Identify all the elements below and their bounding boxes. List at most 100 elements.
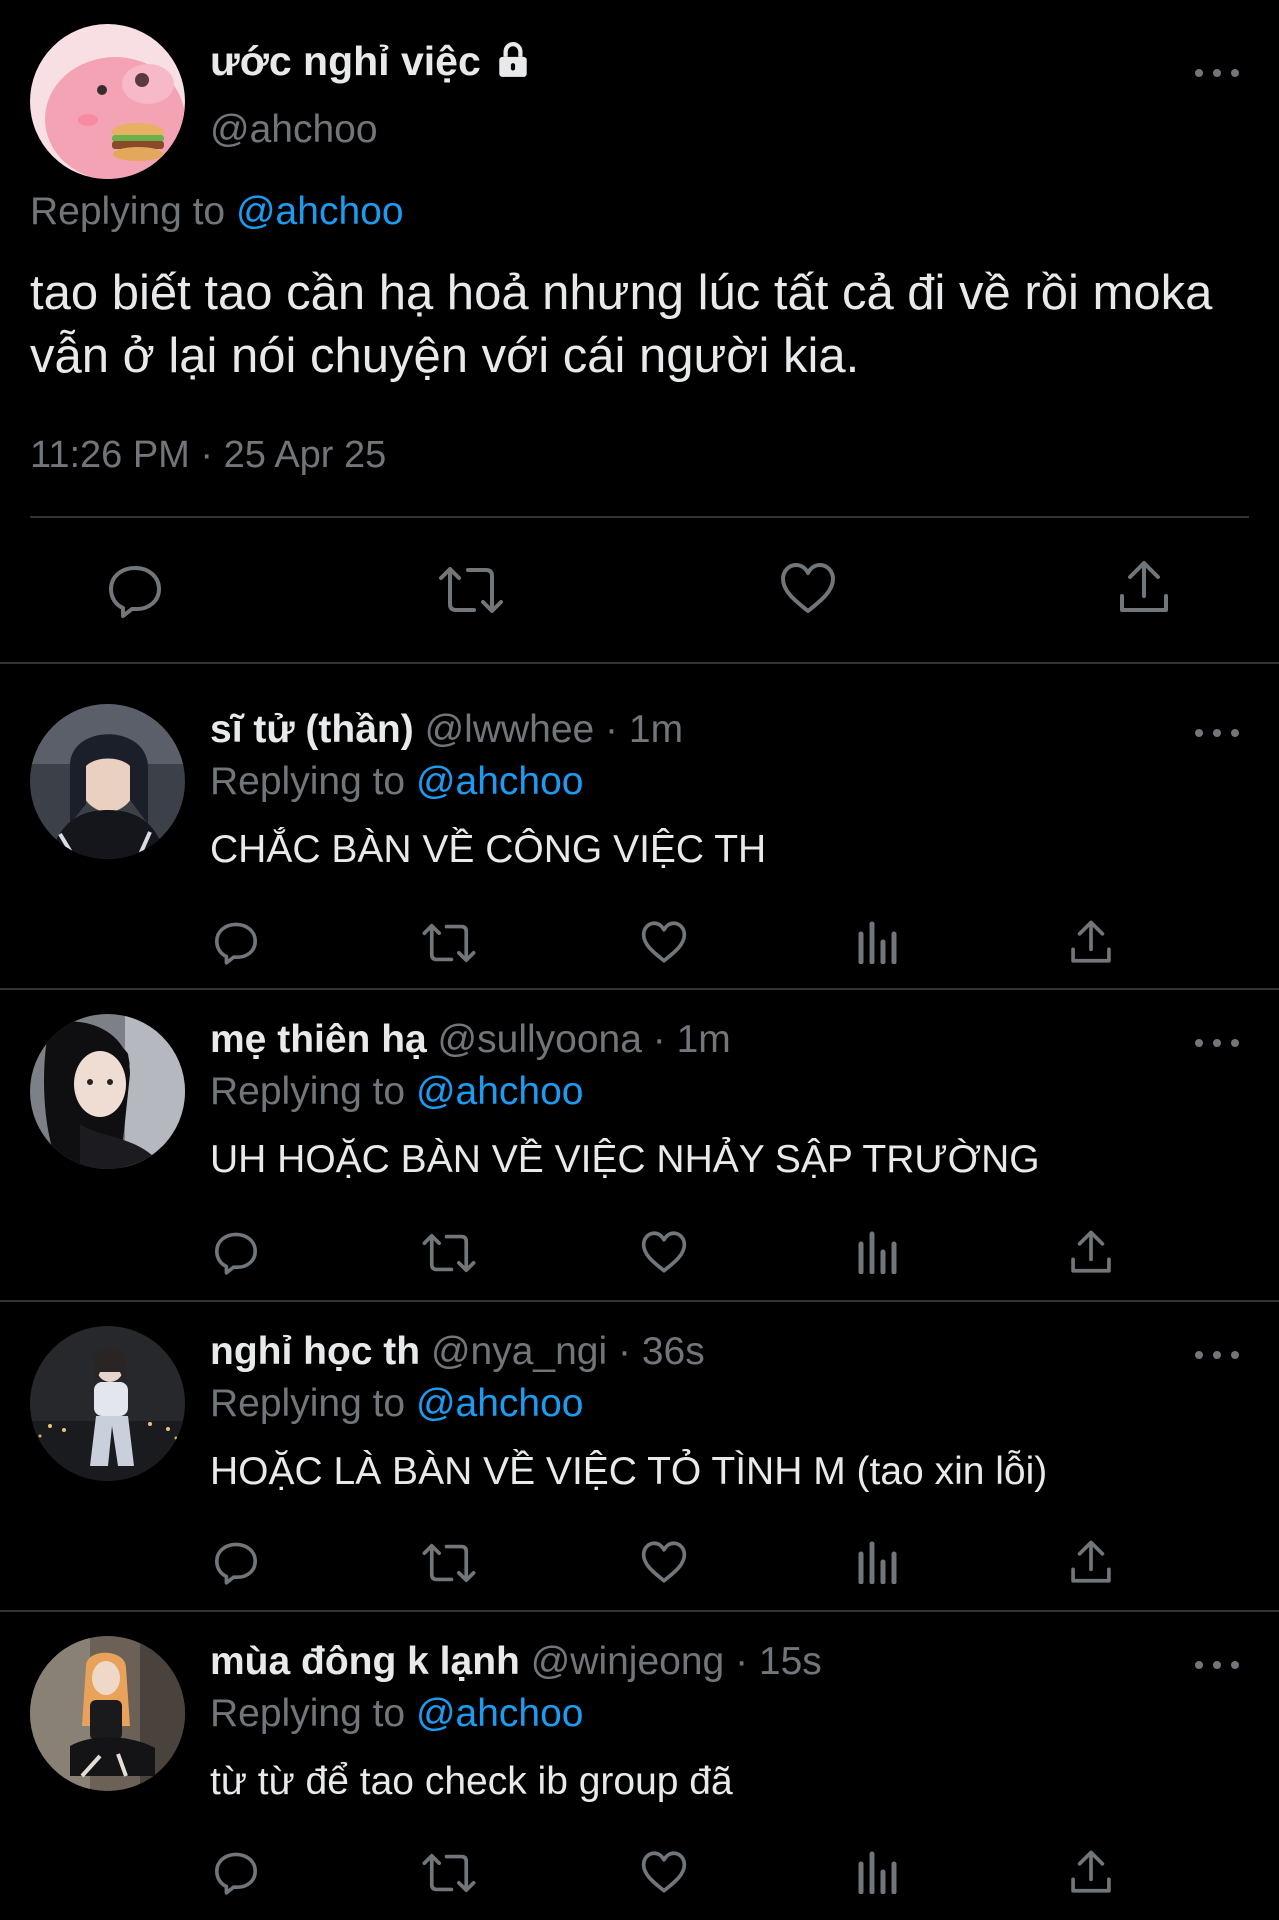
replying-to-line: Replying to @ahchoo <box>30 190 404 233</box>
share-icon <box>1071 1540 1111 1583</box>
reply-button[interactable] <box>212 1848 260 1896</box>
like-icon <box>641 1541 687 1583</box>
like-button[interactable] <box>640 1540 688 1584</box>
tweet-timestamp[interactable]: 11:26 PM · 25 Apr 25 <box>30 434 386 477</box>
author-avatar[interactable] <box>30 24 185 179</box>
replying-to-line: Replying to @ahchoo <box>210 760 584 803</box>
like-button[interactable] <box>640 1850 688 1894</box>
share-icon <box>1120 561 1168 612</box>
reply-display-name[interactable]: nghỉ học th <box>210 1330 420 1373</box>
more-button[interactable] <box>1195 1345 1239 1365</box>
reply-text: từ từ để tao check ib group đã <box>210 1760 733 1803</box>
analytics-button[interactable] <box>857 1540 899 1584</box>
share-icon <box>1071 1850 1111 1893</box>
reply-handle-time[interactable]: @nya_ngi · 36s <box>420 1330 705 1373</box>
reply-header: sĩ tử (thần) @lwwhee · 1m <box>210 708 683 752</box>
analytics-icon <box>858 1851 897 1894</box>
retweet-button[interactable] <box>421 920 477 966</box>
like-icon <box>641 921 687 963</box>
like-button[interactable] <box>640 1230 688 1274</box>
reply-avatar[interactable] <box>30 1326 185 1481</box>
reply-avatar[interactable] <box>30 704 185 859</box>
more-icon <box>1195 1351 1203 1359</box>
replying-to-mention[interactable]: @ahchoo <box>416 760 584 803</box>
reply-handle-time[interactable]: @lwwhee · 1m <box>414 708 684 751</box>
reply-icon <box>109 566 161 618</box>
retweet-icon <box>422 1233 476 1273</box>
reply-header: mùa đông k lạnh @winjeong · 15s <box>210 1640 822 1684</box>
author-display-name[interactable]: ước nghỉ việc <box>210 38 532 85</box>
reply-display-name[interactable]: mùa đông k lạnh <box>210 1640 520 1683</box>
analytics-button[interactable] <box>857 1850 899 1894</box>
replying-to-mention[interactable]: @ahchoo <box>416 1382 584 1425</box>
share-button[interactable] <box>1069 918 1113 966</box>
analytics-icon <box>858 1541 897 1584</box>
main-tweet: ước nghỉ việc @ahchoo Replying to @ahcho… <box>0 0 1279 664</box>
divider <box>30 516 1249 518</box>
reply-tweet[interactable]: sĩ tử (thần) @lwwhee · 1m Replying to @a… <box>0 664 1279 990</box>
reply-icon <box>215 1542 257 1585</box>
reply-text: UH HOẶC BÀN VỀ VIỆC NHẢY SẬP TRƯỜNG <box>210 1138 1040 1181</box>
more-icon <box>1195 69 1203 77</box>
replying-to-mention[interactable]: @ahchoo <box>236 190 404 233</box>
replying-to-line: Replying to @ahchoo <box>210 1070 584 1113</box>
reply-header: nghỉ học th @nya_ngi · 36s <box>210 1330 705 1374</box>
replying-to-line: Replying to @ahchoo <box>210 1692 584 1735</box>
like-icon <box>781 563 835 613</box>
reply-text: CHẮC BÀN VỀ CÔNG VIỆC TH <box>210 828 767 871</box>
more-icon <box>1195 729 1203 737</box>
reply-avatar[interactable] <box>30 1014 185 1169</box>
retweet-icon <box>422 923 476 963</box>
like-icon <box>641 1851 687 1893</box>
retweet-icon <box>422 1853 476 1893</box>
reply-icon <box>215 922 257 965</box>
analytics-button[interactable] <box>857 1230 899 1274</box>
reply-button[interactable] <box>212 1538 260 1586</box>
like-button[interactable] <box>779 561 837 615</box>
share-icon <box>1071 920 1111 963</box>
analytics-button[interactable] <box>857 920 899 964</box>
like-button[interactable] <box>640 920 688 964</box>
reply-display-name[interactable]: sĩ tử (thần) <box>210 708 414 751</box>
reply-tweet[interactable]: nghỉ học th @nya_ngi · 36s Replying to @… <box>0 1302 1279 1612</box>
share-button[interactable] <box>1069 1538 1113 1586</box>
reply-icon <box>215 1852 257 1895</box>
more-button[interactable] <box>1195 723 1239 743</box>
reply-header: mẹ thiên hạ @sullyoona · 1m <box>210 1018 731 1062</box>
retweet-button[interactable] <box>421 1850 477 1896</box>
reply-handle-time[interactable]: @winjeong · 15s <box>520 1640 822 1683</box>
reply-button[interactable] <box>105 560 165 620</box>
author-handle[interactable]: @ahchoo <box>210 108 378 152</box>
reply-button[interactable] <box>212 918 260 966</box>
share-button[interactable] <box>1069 1848 1113 1896</box>
retweet-button[interactable] <box>421 1230 477 1276</box>
lock-icon <box>499 42 527 77</box>
like-icon <box>641 1231 687 1273</box>
retweet-icon <box>422 1543 476 1583</box>
reply-display-name[interactable]: mẹ thiên hạ <box>210 1018 427 1061</box>
reply-handle-time[interactable]: @sullyoona · 1m <box>427 1018 731 1061</box>
retweet-button[interactable] <box>437 562 505 618</box>
replying-to-line: Replying to @ahchoo <box>210 1382 584 1425</box>
more-icon <box>1195 1039 1203 1047</box>
analytics-icon <box>858 921 897 964</box>
retweet-button[interactable] <box>421 1540 477 1586</box>
replying-to-mention[interactable]: @ahchoo <box>416 1070 584 1113</box>
replying-to-mention[interactable]: @ahchoo <box>416 1692 584 1735</box>
more-icon <box>1195 1661 1203 1669</box>
reply-tweet[interactable]: mùa đông k lạnh @winjeong · 15s Replying… <box>0 1612 1279 1920</box>
reply-avatar[interactable] <box>30 1636 185 1791</box>
retweet-icon <box>439 567 503 613</box>
reply-button[interactable] <box>212 1228 260 1276</box>
share-icon <box>1071 1230 1111 1273</box>
tweet-text: tao biết tao cần hạ hoả nhưng lúc tất cả… <box>30 266 1213 383</box>
analytics-icon <box>858 1231 897 1274</box>
reply-tweet[interactable]: mẹ thiên hạ @sullyoona · 1m Replying to … <box>0 990 1279 1302</box>
reply-text: HOẶC LÀ BÀN VỀ VIỆC TỎ TÌNH M (tao xin l… <box>210 1450 1048 1493</box>
reply-icon <box>215 1232 257 1275</box>
more-button[interactable] <box>1195 1033 1239 1053</box>
share-button[interactable] <box>1069 1228 1113 1276</box>
more-button[interactable] <box>1195 63 1239 83</box>
share-button[interactable] <box>1117 558 1171 616</box>
more-button[interactable] <box>1195 1655 1239 1675</box>
